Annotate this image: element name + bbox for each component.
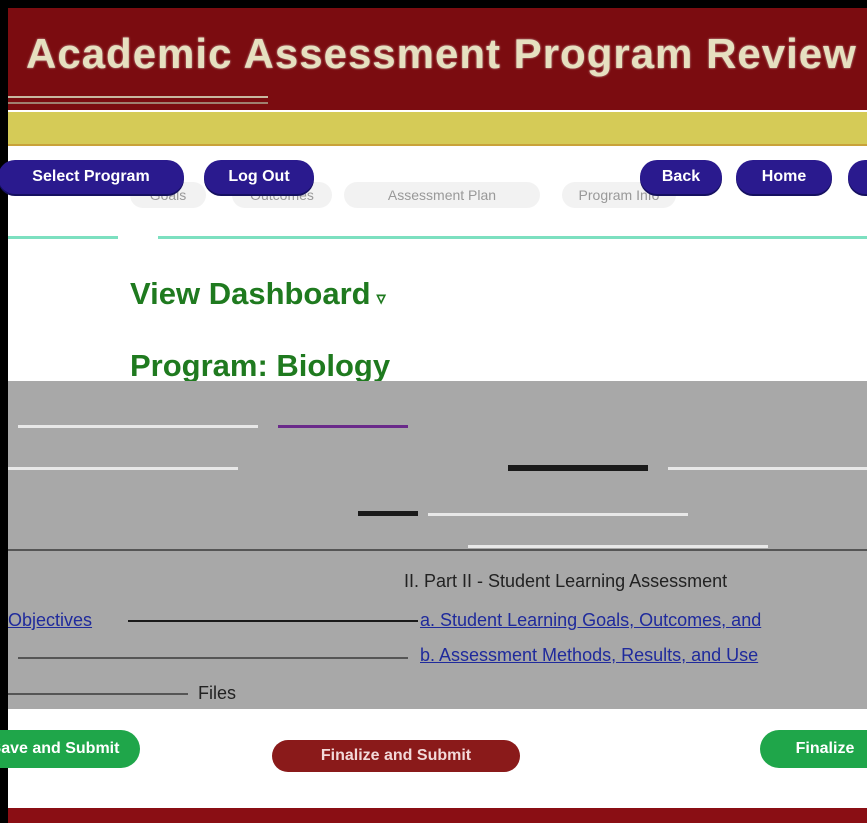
window-border-top	[0, 0, 867, 8]
garbled-row	[428, 513, 688, 516]
garbled-row	[508, 465, 648, 471]
garbled-row	[8, 549, 867, 551]
outline-panel: II. Part II - Student Learning Assessmen…	[8, 381, 867, 709]
view-dashboard-label: View Dashboard	[130, 276, 371, 311]
garbled-row	[18, 425, 258, 428]
finalize-button[interactable]: Finalize	[760, 730, 867, 768]
garbled-row	[278, 425, 408, 428]
banner-rule	[8, 96, 268, 98]
garbled-row	[8, 467, 238, 470]
outline-leader	[8, 693, 188, 695]
back-button[interactable]: Back	[640, 160, 722, 194]
outline-part2: II. Part II - Student Learning Assessmen…	[404, 571, 728, 591]
garbled-row	[358, 511, 418, 516]
site-banner: Academic Assessment Program Review	[8, 8, 867, 110]
learning-goals-link[interactable]: a. Student Learning Goals, Outcomes, and	[420, 610, 761, 631]
overflow-nav-button[interactable]	[848, 160, 867, 194]
section-divider	[8, 236, 118, 239]
outline-leader	[128, 620, 418, 622]
garbled-row	[468, 545, 768, 548]
files-label: Files	[198, 683, 237, 703]
window-border-left	[0, 0, 8, 823]
assessment-methods-link[interactable]: b. Assessment Methods, Results, and Use	[420, 645, 758, 666]
section-divider	[158, 236, 867, 239]
banner-rule	[8, 102, 268, 104]
banner-strip-rule	[8, 144, 867, 146]
banner-strip	[8, 112, 867, 144]
finalize-and-submit-button[interactable]: Finalize and Submit	[272, 740, 520, 772]
home-button[interactable]: Home	[736, 160, 832, 194]
banner-title: Academic Assessment Program Review	[26, 30, 857, 77]
caret-down-icon: ▿	[376, 288, 386, 308]
objectives-link[interactable]: Objectives	[8, 610, 92, 631]
app-window: Academic Assessment Program Review Goals…	[0, 0, 867, 823]
outline-leader	[18, 657, 408, 659]
program-title: Program: Biology	[130, 348, 391, 383]
select-program-button[interactable]: Select Program	[0, 160, 184, 194]
save-and-submit-button[interactable]: Save and Submit	[0, 730, 140, 768]
log-out-button[interactable]: Log Out	[204, 160, 314, 194]
garbled-row	[668, 467, 867, 470]
view-dashboard-toggle[interactable]: View Dashboard ▿	[130, 276, 386, 312]
top-navigation: Select Program Log Out Back Home	[0, 160, 867, 200]
footer-bar	[8, 808, 867, 823]
